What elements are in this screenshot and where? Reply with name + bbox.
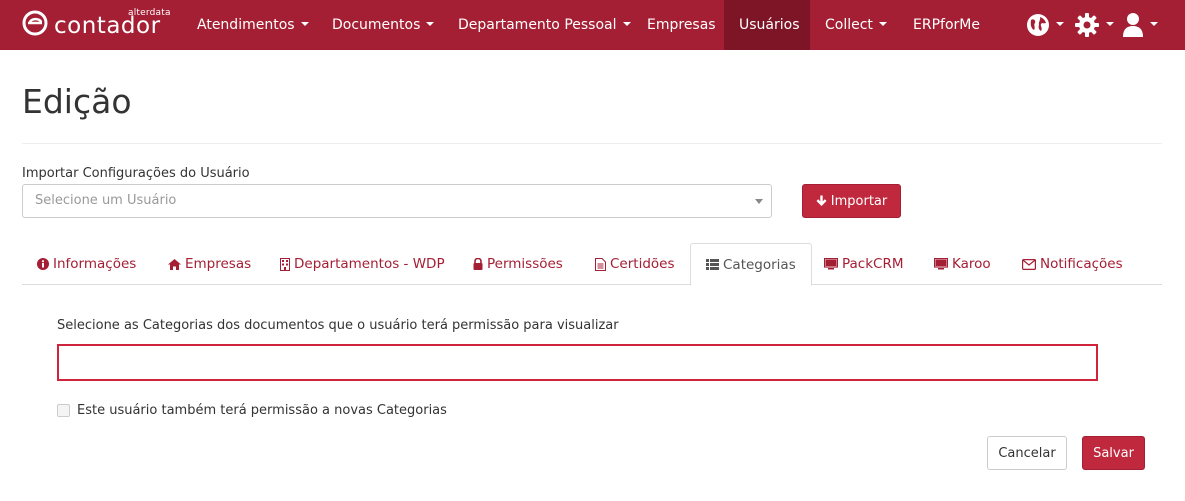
list-icon	[706, 259, 719, 270]
tab-informacoes[interactable]: Informações	[22, 243, 151, 285]
tab-label: Certidões	[610, 256, 675, 272]
caret-down-icon	[878, 22, 887, 26]
user-menu[interactable]	[1122, 12, 1158, 38]
tab-packcrm[interactable]: PackCRM	[809, 243, 919, 285]
nav-label: Atendimentos	[197, 17, 295, 33]
envelope-icon	[1022, 258, 1036, 270]
brand-e-icon	[22, 10, 48, 36]
import-label: Importar Configurações do Usuário	[22, 166, 250, 181]
tab-karoo[interactable]: Karoo	[919, 243, 1006, 285]
building-icon	[280, 257, 290, 271]
top-navbar: alterdata contador Atendimentos Document…	[0, 0, 1185, 50]
tab-label: Categorias	[723, 256, 796, 273]
edit-tabs: Informações Empresas Departamentos - WDP…	[22, 243, 1162, 286]
categories-label: Selecione as Categorias dos documentos q…	[57, 318, 619, 333]
home-icon	[168, 258, 181, 270]
tab-label: Notificações	[1040, 256, 1123, 272]
select-arrow-icon	[755, 199, 763, 204]
tab-label: Informações	[53, 256, 137, 272]
caret-down-icon	[426, 22, 435, 26]
tab-label: PackCRM	[842, 256, 904, 272]
nav-empresas[interactable]: Empresas	[632, 0, 731, 50]
monitor-icon	[824, 258, 838, 270]
tab-departamentos-wdp[interactable]: Departamentos - WDP	[265, 243, 460, 285]
tab-permissoes[interactable]: Permissões	[458, 243, 578, 285]
settings-menu[interactable]	[1074, 12, 1114, 38]
tab-label: Departamentos - WDP	[294, 256, 445, 272]
tab-notificacoes[interactable]: Notificações	[1007, 243, 1138, 285]
select-placeholder: Selecione um Usuário	[35, 193, 177, 208]
caret-down-icon	[1150, 22, 1158, 26]
tab-empresas[interactable]: Empresas	[153, 243, 266, 285]
tab-certidoes[interactable]: Certidões	[580, 243, 690, 285]
new-categories-checkbox[interactable]	[57, 404, 70, 417]
divider	[22, 143, 1162, 144]
import-button[interactable]: Importar	[802, 184, 901, 218]
new-categories-permission: Este usuário também terá permissão a nov…	[57, 403, 447, 418]
cancel-button[interactable]: Cancelar	[987, 436, 1067, 470]
monitor-icon	[934, 258, 948, 270]
caret-down-icon	[622, 22, 631, 26]
user-icon	[1123, 13, 1143, 37]
tab-label: Karoo	[952, 256, 991, 272]
arrow-down-icon	[816, 195, 827, 206]
nav-label: Collect	[825, 17, 873, 33]
caret-down-icon	[1106, 22, 1114, 26]
brand-logo[interactable]: alterdata contador	[22, 6, 172, 46]
import-user-select[interactable]: Selecione um Usuário	[22, 184, 772, 218]
gear-icon	[1075, 13, 1099, 37]
globe-icon	[1027, 14, 1049, 36]
document-icon	[595, 257, 606, 271]
tab-label: Permissões	[487, 256, 563, 272]
brand-name: contador	[54, 13, 161, 39]
nav-label: Usuários	[739, 17, 800, 33]
globe-menu[interactable]	[1026, 12, 1064, 38]
info-circle-icon	[37, 258, 49, 270]
save-button[interactable]: Salvar	[1082, 436, 1145, 470]
checkbox-label[interactable]: Este usuário também terá permissão a nov…	[77, 403, 447, 418]
nav-label: Departamento Pessoal	[458, 17, 617, 33]
import-button-label: Importar	[830, 193, 888, 209]
nav-label: Empresas	[647, 17, 716, 33]
caret-down-icon	[300, 22, 309, 26]
tab-label: Empresas	[185, 256, 252, 272]
nav-collect[interactable]: Collect	[810, 0, 902, 50]
categories-multiselect[interactable]	[57, 344, 1098, 381]
lock-icon	[473, 258, 483, 270]
nav-label: Documentos	[332, 17, 421, 33]
nav-departamento-pessoal[interactable]: Departamento Pessoal	[443, 0, 646, 50]
caret-down-icon	[1056, 22, 1064, 26]
nav-documentos[interactable]: Documentos	[317, 0, 449, 50]
nav-label: ERPforMe	[913, 17, 980, 33]
page-title: Edição	[22, 82, 132, 121]
nav-erpforme[interactable]: ERPforMe	[898, 0, 995, 50]
tab-categorias[interactable]: Categorias	[690, 243, 812, 286]
nav-atendimentos[interactable]: Atendimentos	[182, 0, 324, 50]
nav-usuarios[interactable]: Usuários	[724, 0, 810, 50]
